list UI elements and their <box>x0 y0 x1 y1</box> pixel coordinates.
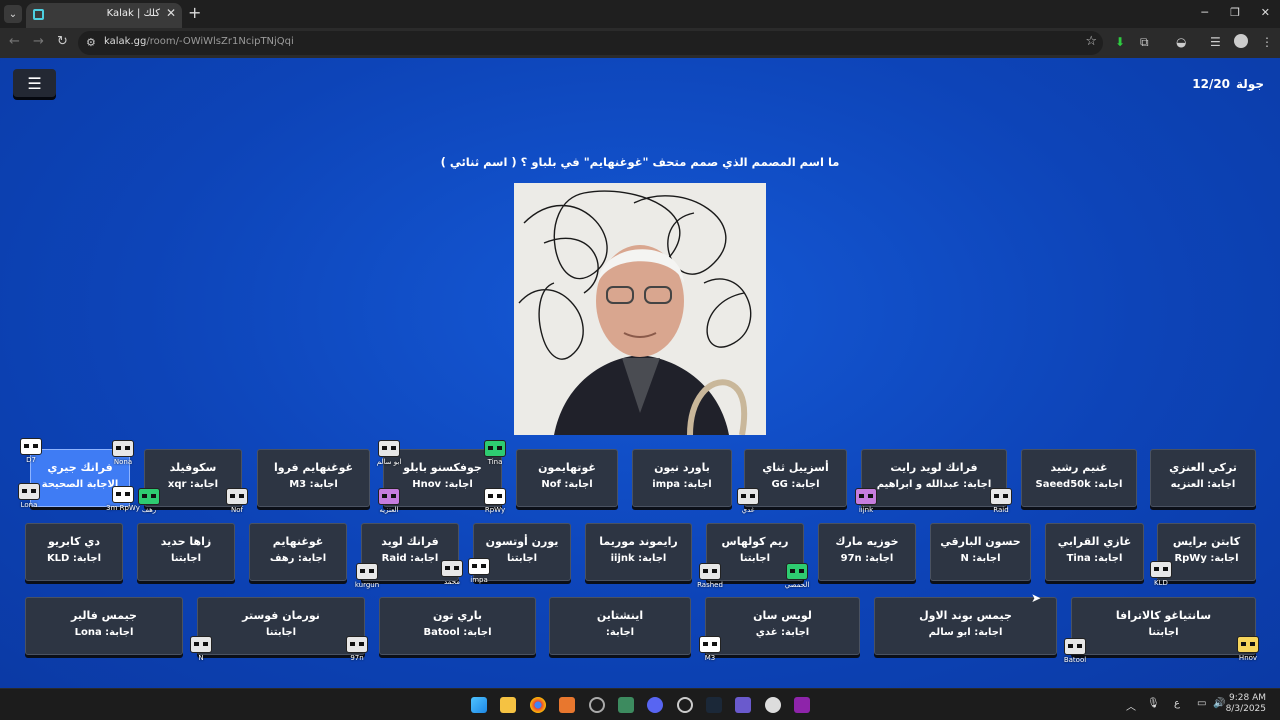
tab-close-icon[interactable]: ✕ <box>166 6 176 20</box>
file-explorer-icon[interactable] <box>500 697 516 713</box>
answer-card[interactable]: باري تون اجابة: Batool <box>379 597 536 655</box>
answer-card[interactable]: اينشتاين اجابة: <box>549 597 691 655</box>
clock[interactable]: 9:28 AM 8/3/2025 <box>1226 693 1266 715</box>
player-avatar: iijnk <box>855 488 877 514</box>
network-icon[interactable]: ▭ <box>1197 698 1206 709</box>
player-avatar: محمد <box>441 560 463 586</box>
back-icon[interactable]: ← <box>9 34 20 49</box>
player-avatar: impa <box>468 558 490 584</box>
browser-tab-strip: ⌄ Kalak | كلك ✕ + ─ ❐ ✕ <box>0 0 1280 28</box>
player-avatar: Rashed <box>697 563 723 589</box>
question-image <box>514 183 766 435</box>
answer-card[interactable]: جيمس بوند الاول اجابة: ابو سالم <box>874 597 1057 655</box>
player-avatar: 3m RpWy <box>106 486 140 512</box>
player-avatar: Batool <box>1064 638 1086 664</box>
answer-card[interactable]: غوتهايمون اجابة: Nof <box>516 449 618 507</box>
mic-icon[interactable]: 🎙 <box>1147 698 1160 709</box>
app-icon[interactable] <box>677 697 693 713</box>
restore-icon[interactable]: ❐ <box>1230 6 1240 19</box>
answer-card[interactable]: أسزييل ثناي اجابة: GG <box>744 449 847 507</box>
more-menu-icon[interactable]: ⋮ <box>1261 35 1273 49</box>
round-indicator: جولة12/20 <box>1192 77 1264 91</box>
player-avatar: N <box>190 636 212 662</box>
discord-icon[interactable] <box>647 697 663 713</box>
windows-taskbar: ︿ 🎙 ع ▭ 🔊 9:28 AM 8/3/2025 <box>0 688 1280 720</box>
answer-card[interactable]: جيمس فالير اجابة: Lona <box>25 597 183 655</box>
address-bar[interactable]: ⚙ kalak.gg/room/-OWiWlsZr1NcipTNjQqi ☆ <box>78 31 1103 55</box>
profile-avatar[interactable] <box>1234 34 1248 48</box>
answer-card[interactable]: غازي القرابي اجابة: Tina <box>1045 523 1144 581</box>
answer-card[interactable]: غنيم رشيد اجابة: Saeed50k <box>1021 449 1137 507</box>
answer-card[interactable]: سانتياغو كالاترافا اجابتنا <box>1071 597 1256 655</box>
app-icon[interactable] <box>794 697 810 713</box>
chrome-icon[interactable] <box>530 697 546 713</box>
player-avatar: ابو سالم <box>377 440 401 466</box>
start-icon[interactable] <box>471 697 487 713</box>
player-avatar: Raid <box>990 488 1012 514</box>
steam-icon[interactable] <box>706 697 722 713</box>
hamburger-menu-button[interactable]: ☰ <box>13 69 56 97</box>
answer-card[interactable]: غوغنهايم اجابة: رهف <box>249 523 347 581</box>
site-info-icon[interactable]: ⚙ <box>86 36 96 49</box>
player-avatar: RpWy <box>484 488 506 514</box>
answer-card[interactable]: رايموند موريما اجابة: iijnk <box>585 523 692 581</box>
favicon-icon <box>33 9 44 20</box>
new-tab-icon[interactable]: + <box>188 5 201 21</box>
language-icon[interactable]: ع <box>1174 698 1180 709</box>
extension-download-icon[interactable]: ⬇ <box>1115 35 1125 49</box>
answer-card[interactable]: تركي العنزي اجابة: العنزيه <box>1150 449 1256 507</box>
player-avatar: الحمصي <box>785 563 809 589</box>
player-avatar: Nof <box>226 488 248 514</box>
tray-chevron-icon[interactable]: ︿ <box>1126 698 1136 713</box>
answer-card[interactable]: زاها حديد اجابتنا <box>137 523 235 581</box>
mouse-cursor: ➤ <box>1031 591 1042 605</box>
player-avatar: 97n <box>346 636 368 662</box>
answer-card[interactable]: خوزيه مارك اجابة: 97n <box>818 523 916 581</box>
answer-card[interactable]: غوغنهايم فروا اجابة: M3 <box>257 449 370 507</box>
minimize-icon[interactable]: ─ <box>1201 6 1208 19</box>
player-avatar: رهف <box>138 488 160 514</box>
app-icon[interactable] <box>765 697 781 713</box>
media-icon[interactable]: ☰ <box>1210 35 1221 49</box>
answer-card[interactable]: نورمان فوستر اجابتنا <box>197 597 365 655</box>
app-icon[interactable] <box>618 697 634 713</box>
app-icon[interactable] <box>735 697 751 713</box>
url-text: kalak.gg/room/-OWiWlsZr1NcipTNjQqi <box>104 36 294 47</box>
volume-icon[interactable]: 🔊 <box>1213 698 1225 709</box>
tab-title: Kalak | كلك <box>106 8 160 19</box>
app-icon[interactable] <box>589 697 605 713</box>
extensions-puzzle-icon[interactable]: ⧉ <box>1140 35 1149 50</box>
player-avatar: Tina <box>484 440 506 466</box>
player-avatar: KLD <box>1150 561 1172 587</box>
browser-toolbar: ← → ↻ ⚙ kalak.gg/room/-OWiWlsZr1NcipTNjQ… <box>0 28 1280 58</box>
player-avatar: Hnov <box>1237 636 1259 662</box>
player-avatar: M3 <box>699 636 721 662</box>
tab-search-icon[interactable]: ⌄ <box>4 5 22 23</box>
answer-card[interactable]: باورد نيون اجابة: impa <box>632 449 732 507</box>
forward-icon[interactable]: → <box>33 34 44 49</box>
bookmark-star-icon[interactable]: ☆ <box>1085 34 1097 49</box>
reload-icon[interactable]: ↻ <box>57 34 68 49</box>
answer-card[interactable]: دي كابريو اجابة: KLD <box>25 523 123 581</box>
app-icon[interactable] <box>559 697 575 713</box>
incognito-icon[interactable]: ◒ <box>1176 35 1186 49</box>
question-text: ما اسم المصمم الذي صمم متحف "غوغنهايم" ف… <box>440 155 840 169</box>
player-avatar: العنزيه <box>378 488 400 514</box>
answer-card[interactable]: لويس سان اجابة: غدي <box>705 597 860 655</box>
answer-card[interactable]: حسون البارقي اجابة: N <box>930 523 1031 581</box>
player-avatar: غدي <box>737 488 759 514</box>
close-window-icon[interactable]: ✕ <box>1261 6 1270 19</box>
browser-tab[interactable]: Kalak | كلك ✕ <box>26 3 182 28</box>
answer-card[interactable]: فرانك لويد رايت اجابة: عبدالله و ابراهيم <box>861 449 1007 507</box>
player-avatar: Lona <box>18 483 40 509</box>
game-room: ☰ جولة12/20 ما اسم المصمم الذي صمم متحف … <box>0 58 1280 688</box>
player-avatar: kurgun <box>355 563 379 589</box>
player-avatar: Nona <box>112 440 134 466</box>
player-avatar: D7 <box>20 438 42 464</box>
